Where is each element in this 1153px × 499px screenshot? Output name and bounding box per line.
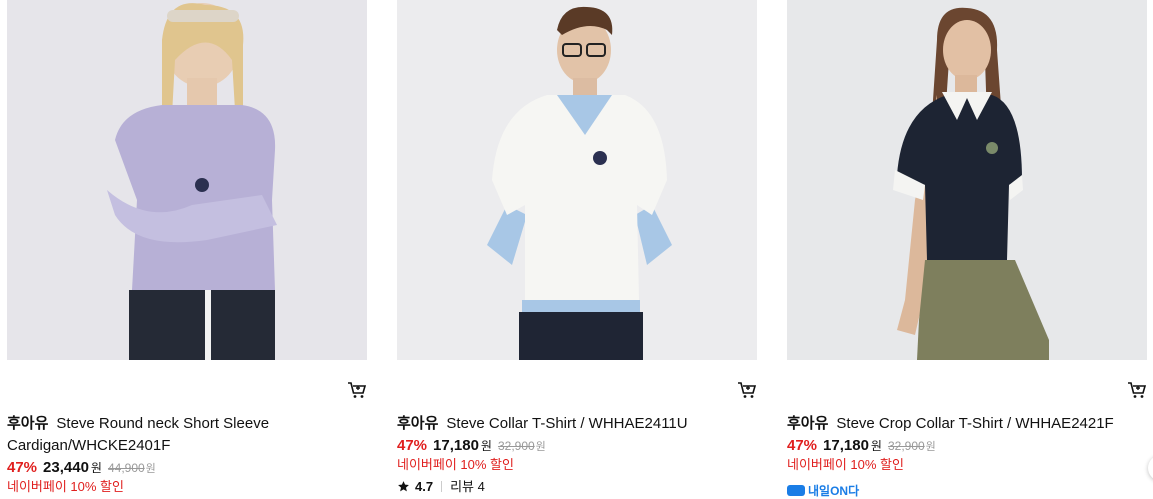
product-card-2[interactable]: 후아유 Steve Collar T-Shirt / WHHAE2411U 47%… bbox=[397, 0, 757, 494]
review-count: 리뷰 4 bbox=[450, 479, 485, 494]
rating-row[interactable]: 4.7 리뷰 4 bbox=[397, 478, 485, 496]
sale-price: 17,180 bbox=[433, 437, 479, 454]
sale-price: 23,440 bbox=[43, 459, 89, 476]
price-line: 47% 17,180 원 32,900원 bbox=[787, 436, 936, 457]
pay-benefit: 네이버페이 10% 할인 bbox=[397, 457, 514, 472]
divider bbox=[441, 481, 443, 492]
original-price: 44,900 bbox=[107, 461, 145, 475]
discount-rate: 47% bbox=[787, 437, 818, 454]
brand-name: 후아유 bbox=[7, 415, 49, 432]
brand-name: 후아유 bbox=[787, 415, 829, 432]
currency: 원 bbox=[90, 461, 102, 475]
product-image-2[interactable] bbox=[397, 0, 757, 360]
product-image-3[interactable] bbox=[787, 0, 1147, 360]
cart-icon[interactable] bbox=[737, 381, 757, 399]
price-line: 47% 23,440 원 44,900원 bbox=[7, 458, 156, 479]
product-card-3[interactable]: 후아유 Steve Crop Collar T-Shirt / WHHAE2421… bbox=[787, 0, 1147, 498]
product-name: Steve Crop Collar T-Shirt / WHHAE2421F bbox=[836, 415, 1114, 432]
carousel-next-button[interactable] bbox=[1148, 455, 1153, 481]
currency: 원 bbox=[480, 439, 492, 453]
price-line: 47% 17,180 원 32,900원 bbox=[397, 436, 546, 457]
rating-score: 4.7 bbox=[415, 479, 434, 494]
sale-price: 17,180 bbox=[823, 437, 869, 454]
currency: 원 bbox=[870, 439, 882, 453]
product-title-2[interactable]: 후아유 Steve Collar T-Shirt / WHHAE2411U bbox=[397, 413, 727, 435]
cart-icon[interactable] bbox=[1127, 381, 1147, 399]
discount-rate: 47% bbox=[397, 437, 428, 454]
product-image-1[interactable] bbox=[7, 0, 367, 360]
pay-benefit: 네이버페이 10% 할인 bbox=[787, 457, 904, 472]
product-card-1[interactable]: 후아유 Steve Round neck Short Sleeve Cardiga… bbox=[7, 0, 367, 494]
original-price: 32,900 bbox=[887, 439, 925, 453]
discount-rate: 47% bbox=[7, 459, 38, 476]
original-currency: 원 bbox=[145, 463, 156, 475]
product-title-1[interactable]: 후아유 Steve Round neck Short Sleeve Cardiga… bbox=[7, 413, 337, 457]
product-name: Steve Collar T-Shirt / WHHAE2411U bbox=[446, 415, 688, 432]
original-currency: 원 bbox=[925, 441, 936, 453]
brand-name: 후아유 bbox=[397, 415, 439, 432]
cart-icon[interactable] bbox=[347, 381, 367, 399]
star-icon bbox=[398, 481, 409, 492]
original-price: 32,900 bbox=[497, 439, 535, 453]
original-currency: 원 bbox=[535, 441, 546, 453]
pay-benefit: 네이버페이 10% 할인 bbox=[7, 479, 124, 494]
delivery-truck-icon bbox=[787, 485, 805, 496]
product-title-3[interactable]: 후아유 Steve Crop Collar T-Shirt / WHHAE2421… bbox=[787, 413, 1117, 435]
